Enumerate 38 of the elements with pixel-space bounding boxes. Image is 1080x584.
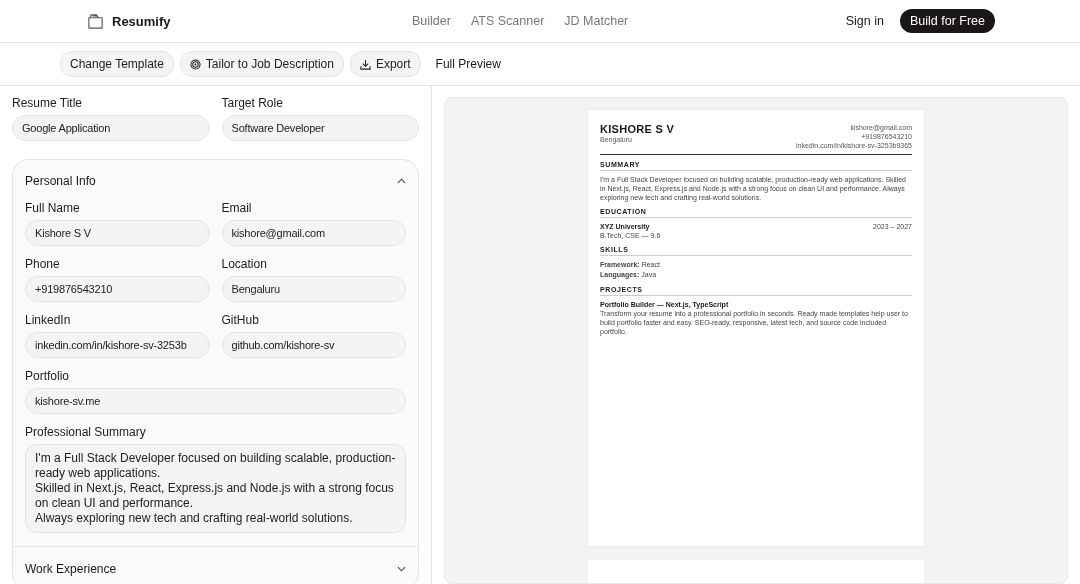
resume-name: KISHORE S V (600, 123, 675, 135)
summary-textarea[interactable]: I'm a Full Stack Developer focused on building scalable, production-ready web applications. Skilled in Next.js, React, Express.js and Node.js with a strong focus on clean UI and performance. Always exploring new tech and crafting real-world solutions. (25, 444, 406, 533)
field-label: LinkedIn (25, 313, 72, 327)
input-field[interactable]: inkedin.com/in/kishore-sv-3253b (25, 332, 210, 358)
nav-link[interactable]: Builder (412, 14, 451, 28)
section-header[interactable]: Personal Info (25, 160, 406, 201)
field-label: Professional Summary (25, 425, 147, 439)
input-field[interactable]: Software Developer (221, 115, 419, 141)
input-field[interactable]: Bengaluru (221, 276, 406, 302)
field-label: Portfolio (25, 369, 71, 383)
chevron-icon (397, 565, 406, 572)
build-for-free-button[interactable]: Build for Free (899, 9, 995, 33)
nav-link[interactable]: ATS Scanner (470, 14, 545, 28)
toolbar-button[interactable]: Export (349, 51, 421, 77)
full-preview-link[interactable]: Full Preview (426, 57, 510, 71)
input-field[interactable]: kishore-sv.me (25, 388, 406, 414)
field-label: Email (221, 201, 253, 215)
toolbar-button[interactable]: Change Template (60, 51, 174, 77)
field-label: GitHub (221, 313, 260, 327)
input-field[interactable]: Kishore S V (25, 220, 210, 246)
input-field[interactable]: +919876543210 (25, 276, 210, 302)
input-field[interactable]: github.com/kishore-sv (221, 332, 406, 358)
section-header[interactable]: Work Experience (25, 547, 406, 584)
field-label: Location (221, 257, 268, 271)
logo-icon (87, 12, 104, 30)
nav-link[interactable]: JD Matcher (564, 14, 629, 28)
brand-name: Resumify (112, 13, 171, 29)
field-label: Target Role (221, 96, 284, 110)
field-label: Full Name (25, 201, 81, 215)
field-label: Resume Title (12, 96, 84, 110)
input-field[interactable]: kishore@gmail.com (221, 220, 406, 246)
input-field[interactable]: Google Application (12, 115, 210, 141)
download-icon (359, 58, 371, 70)
chevron-icon (397, 178, 406, 184)
field-label: Phone (25, 257, 61, 271)
target-icon (189, 58, 201, 70)
sign-in-link[interactable]: Sign in (845, 14, 884, 28)
toolbar-button[interactable]: Tailor to Job Description (179, 51, 344, 77)
